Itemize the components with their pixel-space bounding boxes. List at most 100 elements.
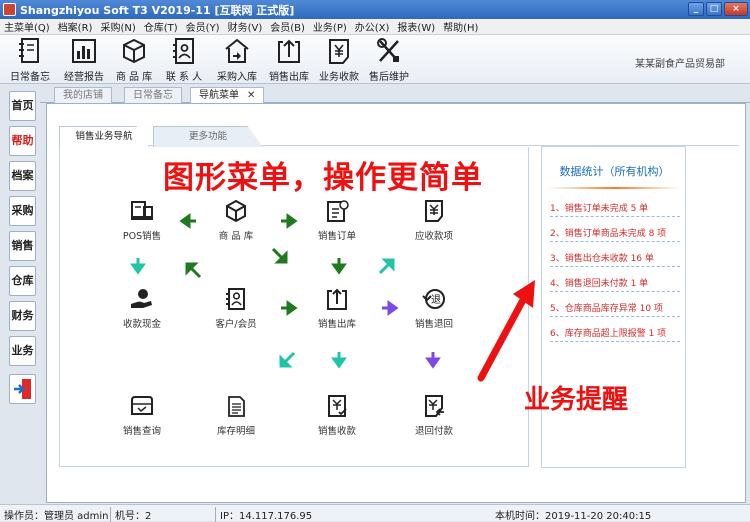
sidebar-item-business[interactable]: 业务 [9, 336, 36, 366]
arrow-right-icon [382, 300, 399, 316]
stat-item[interactable]: 2、销售订单商品未完成 8 项 [550, 226, 680, 242]
subtab-sales-nav[interactable]: 销售业务导航 [59, 126, 149, 147]
node-goods[interactable]: 商 品 库 [204, 199, 268, 242]
main-content: 销售业务导航 更多功能 图形菜单，操作更简单 POS销售 商 品 库 销售订单 … [46, 103, 746, 503]
toolbar-sales-out-button[interactable]: 销售出库 [262, 37, 316, 83]
node-stock-detail[interactable]: 库存明细 [204, 394, 268, 437]
status-machine: 机号：2 [110, 507, 151, 522]
arrow-down-icon [130, 258, 146, 275]
reminder-annotation: 业务提醒 [524, 385, 629, 415]
tab-my-store[interactable]: 我的店铺 [54, 87, 112, 103]
toolbar-service-button[interactable]: 售后维护 [362, 37, 416, 83]
toolbar-service-label: 售后维护 [369, 72, 409, 83]
toolbar-goods-label: 商 品 库 [115, 72, 153, 83]
stat-item[interactable]: 1、销售订单未完成 5 单 [550, 201, 680, 217]
company-name: 某某副食产品贸易部 [635, 59, 725, 70]
sidebar-item-purchase[interactable]: 采购 [9, 196, 36, 226]
stat-item[interactable]: 6、库存商品超上限报警 1 项 [550, 326, 680, 342]
node-goods-label: 商 品 库 [218, 231, 254, 242]
arrow-right-icon [281, 213, 298, 229]
query-tray-icon [131, 396, 153, 415]
node-sales-query[interactable]: 销售查询 [110, 394, 174, 437]
stat-item[interactable]: 3、销售出仓未收款 16 单 [550, 251, 680, 267]
sidebar-item-finance[interactable]: 财务 [9, 301, 36, 331]
menu-office[interactable]: 办公(X) [351, 19, 394, 34]
pos-terminal-icon [131, 201, 153, 220]
toolbar-memo-button[interactable]: 日常备忘 [3, 37, 57, 83]
bar-chart-icon [72, 39, 96, 63]
arrow-left-icon [179, 213, 196, 229]
menu-report[interactable]: 报表(W) [393, 19, 439, 34]
node-refund-payment[interactable]: 退回付款 [402, 394, 466, 437]
toolbar-collection-label: 业务收款 [319, 72, 359, 83]
status-ip: IP：14.117.176.95 [215, 507, 312, 522]
menu-member-b[interactable]: 会员(B) [266, 19, 309, 34]
arrow-up-right-icon [378, 258, 395, 275]
node-query-label: 销售查询 [122, 426, 161, 437]
status-bar: 操作员：管理员 admin 机号：2 IP：14.117.176.95 本机时间… [0, 504, 750, 522]
arrow-right-icon [281, 300, 298, 316]
annotation-arrow-icon [477, 280, 535, 382]
node-customer[interactable]: 客户/会员 [204, 287, 268, 330]
node-receivable[interactable]: 应收款项 [402, 199, 466, 242]
arrow-down-right-icon [271, 247, 288, 264]
sidebar-item-home[interactable]: 首页 [9, 91, 36, 121]
contacts-icon [226, 288, 245, 310]
node-sales-outbound[interactable]: 销售出库 [305, 287, 369, 330]
exit-door-icon [13, 379, 31, 399]
return-circle-icon: 退 [422, 289, 445, 309]
node-sales-income[interactable]: 销售收款 [305, 394, 369, 437]
title-bar: Shangzhiyou Soft T3 V2019-11 [互联网 正式版] _… [0, 0, 750, 19]
contacts-icon [173, 38, 194, 64]
toolbar-report-button[interactable]: 经营报告 [57, 37, 111, 83]
yen-return-icon [425, 395, 444, 417]
arrow-down-icon [425, 352, 441, 369]
node-refund-label: 退回付款 [414, 426, 453, 437]
sidebar-item-warehouse[interactable]: 仓库 [9, 266, 36, 296]
node-sales-return[interactable]: 退 销售退回 [402, 287, 466, 330]
menu-main[interactable]: 主菜单(Q) [0, 19, 54, 34]
node-cash-collect[interactable]: 收款现金 [110, 287, 174, 330]
menu-purchase[interactable]: 采购(N) [96, 19, 139, 34]
node-income-label: 销售收款 [317, 426, 356, 437]
box-icon [123, 38, 145, 64]
svg-text:退: 退 [431, 294, 441, 306]
minimize-button[interactable]: _ [688, 2, 704, 16]
arrow-down-left-icon [279, 351, 296, 368]
maximize-button[interactable]: □ [706, 2, 722, 16]
toolbar-contacts-button[interactable]: 联 系 人 [157, 37, 211, 83]
exit-button[interactable] [9, 374, 36, 404]
toolbar-collection-button[interactable]: 业务收款 [312, 37, 366, 83]
nav-subtabs: 销售业务导航 更多功能 [59, 124, 739, 147]
close-button[interactable]: × [724, 2, 748, 16]
tab-close-icon[interactable]: ✕ [247, 90, 255, 101]
sidebar-item-help[interactable]: 帮助 [9, 126, 36, 156]
tab-daily-memo[interactable]: 日常备忘 [124, 87, 182, 103]
menu-business[interactable]: 业务(P) [309, 19, 351, 34]
toolbar-goods-button[interactable]: 商 品 库 [107, 37, 161, 83]
menu-member-y[interactable]: 会员(Y) [182, 19, 224, 34]
stat-item[interactable]: 4、销售退回未付款 1 单 [550, 276, 680, 292]
toolbar-sales-out-label: 销售出库 [269, 72, 309, 83]
node-pos-sales[interactable]: POS销售 [110, 199, 174, 242]
stats-panel: 数据统计（所有机构） 1、销售订单未完成 5 单 2、销售订单商品未完成 8 项… [541, 146, 686, 468]
hand-coin-icon [131, 289, 152, 308]
menu-finance[interactable]: 财务(V) [224, 19, 267, 34]
window-title: Shangzhiyou Soft T3 V2019-11 [互联网 正式版] [20, 3, 295, 17]
toolbar-purchase-in-button[interactable]: 采购入库 [210, 37, 264, 83]
menu-archive[interactable]: 档案(R) [54, 19, 97, 34]
menu-warehouse[interactable]: 仓库(T) [140, 19, 182, 34]
subtab-more-functions[interactable]: 更多功能 [153, 126, 263, 147]
app-icon [3, 3, 16, 16]
stats-divider [548, 187, 681, 189]
node-stock-label: 库存明细 [216, 426, 255, 437]
stat-item[interactable]: 5、仓库商品库存异常 10 项 [550, 301, 680, 317]
yen-doc-icon [329, 39, 349, 64]
sidebar-item-archive[interactable]: 档案 [9, 161, 36, 191]
menu-help[interactable]: 帮助(H) [439, 19, 482, 34]
yen-doc-icon [425, 200, 443, 222]
sidebar-item-sales[interactable]: 销售 [9, 231, 36, 261]
node-sales-order[interactable]: 销售订单 [305, 199, 369, 242]
tab-nav-menu[interactable]: 导航菜单 ✕ [190, 87, 265, 103]
arrow-down-icon [331, 352, 347, 369]
